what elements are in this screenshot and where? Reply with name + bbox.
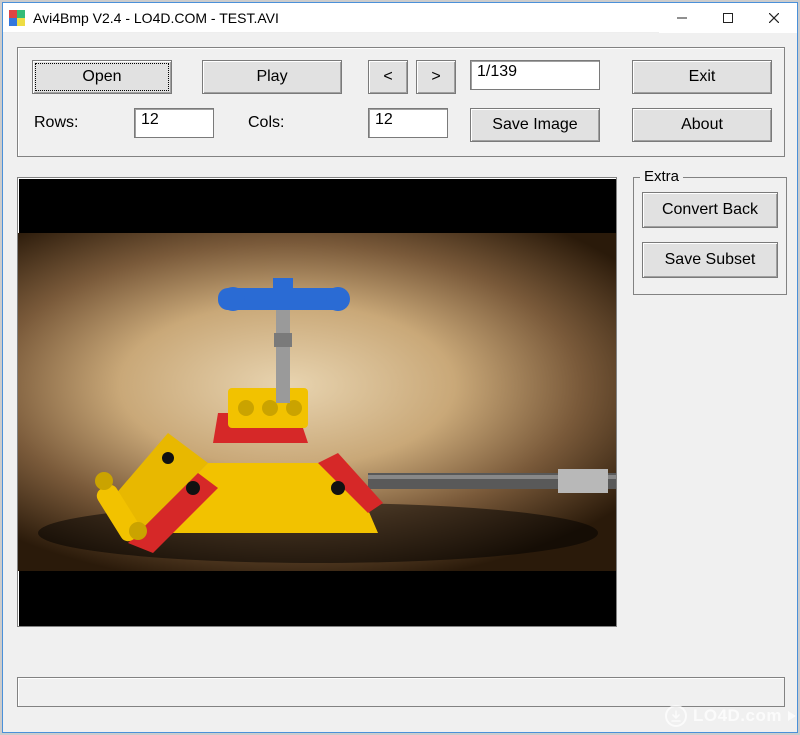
download-icon xyxy=(665,705,687,727)
play-arrow-icon xyxy=(788,711,796,721)
cols-input[interactable]: 12 xyxy=(368,108,448,138)
titlebar: Avi4Bmp V2.4 - LO4D.COM - TEST.AVI xyxy=(3,3,797,33)
convert-back-button[interactable]: Convert Back xyxy=(642,192,778,228)
watermark: LO4D.com xyxy=(665,705,792,727)
about-button[interactable]: About xyxy=(632,108,772,142)
titlebar-text: Avi4Bmp V2.4 - LO4D.COM - TEST.AVI xyxy=(33,10,659,26)
cols-label: Cols: xyxy=(248,114,284,132)
lego-illustration xyxy=(18,233,617,573)
play-button-label: Play xyxy=(256,68,287,86)
exit-button[interactable]: Exit xyxy=(632,60,772,94)
about-button-label: About xyxy=(681,116,723,134)
cols-value: 12 xyxy=(375,111,393,128)
save-subset-label: Save Subset xyxy=(665,251,756,269)
watermark-text: LO4D.com xyxy=(693,706,782,726)
close-button[interactable] xyxy=(751,3,797,33)
extra-group: Extra Convert Back Save Subset xyxy=(633,177,787,295)
save-image-label: Save Image xyxy=(492,116,577,134)
top-panel: Open Play < > 1/139 Exit Rows: 12 Cols: … xyxy=(17,47,785,157)
rows-input[interactable]: 12 xyxy=(134,108,214,138)
app-window: Avi4Bmp V2.4 - LO4D.COM - TEST.AVI Open … xyxy=(2,2,798,733)
save-image-button[interactable]: Save Image xyxy=(470,108,600,142)
next-frame-button[interactable]: > xyxy=(416,60,456,94)
minimize-icon xyxy=(677,13,687,23)
frame-counter-value: 1/139 xyxy=(477,63,517,80)
app-icon xyxy=(9,10,25,26)
window-controls xyxy=(659,3,797,33)
chevron-left-icon: < xyxy=(383,68,392,86)
rows-value: 12 xyxy=(141,111,159,128)
minimize-button[interactable] xyxy=(659,3,705,33)
maximize-icon xyxy=(723,13,733,23)
video-frame-image xyxy=(18,233,616,571)
save-subset-button[interactable]: Save Subset xyxy=(642,242,778,278)
open-button-label: Open xyxy=(82,68,121,86)
extra-group-label: Extra xyxy=(640,168,683,185)
rows-label: Rows: xyxy=(34,114,78,132)
play-button[interactable]: Play xyxy=(202,60,342,94)
client-area: Open Play < > 1/139 Exit Rows: 12 Cols: … xyxy=(3,33,797,732)
close-icon xyxy=(769,13,779,23)
prev-frame-button[interactable]: < xyxy=(368,60,408,94)
status-bar xyxy=(17,677,785,707)
convert-back-label: Convert Back xyxy=(662,201,758,219)
chevron-right-icon: > xyxy=(431,68,440,86)
video-preview xyxy=(17,177,617,627)
frame-counter-field[interactable]: 1/139 xyxy=(470,60,600,90)
exit-button-label: Exit xyxy=(689,68,716,86)
maximize-button[interactable] xyxy=(705,3,751,33)
open-button[interactable]: Open xyxy=(32,60,172,94)
